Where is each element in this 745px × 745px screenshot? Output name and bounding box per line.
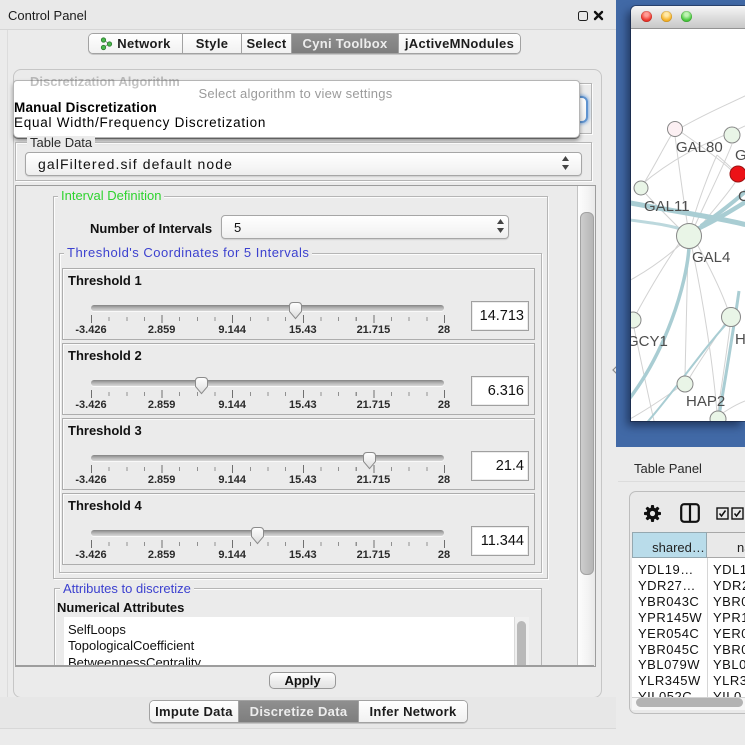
- svg-text:H: H: [735, 331, 745, 348]
- svg-text:HAP2: HAP2: [686, 393, 725, 410]
- svg-text:GCY1: GCY1: [631, 333, 668, 350]
- svg-text:GAL4: GAL4: [692, 249, 730, 266]
- svg-text:C: C: [738, 188, 745, 205]
- svg-text:GAL11: GAL11: [644, 198, 690, 215]
- svg-text:GAL80: GAL80: [676, 139, 723, 156]
- svg-text:GA: GA: [735, 147, 745, 164]
